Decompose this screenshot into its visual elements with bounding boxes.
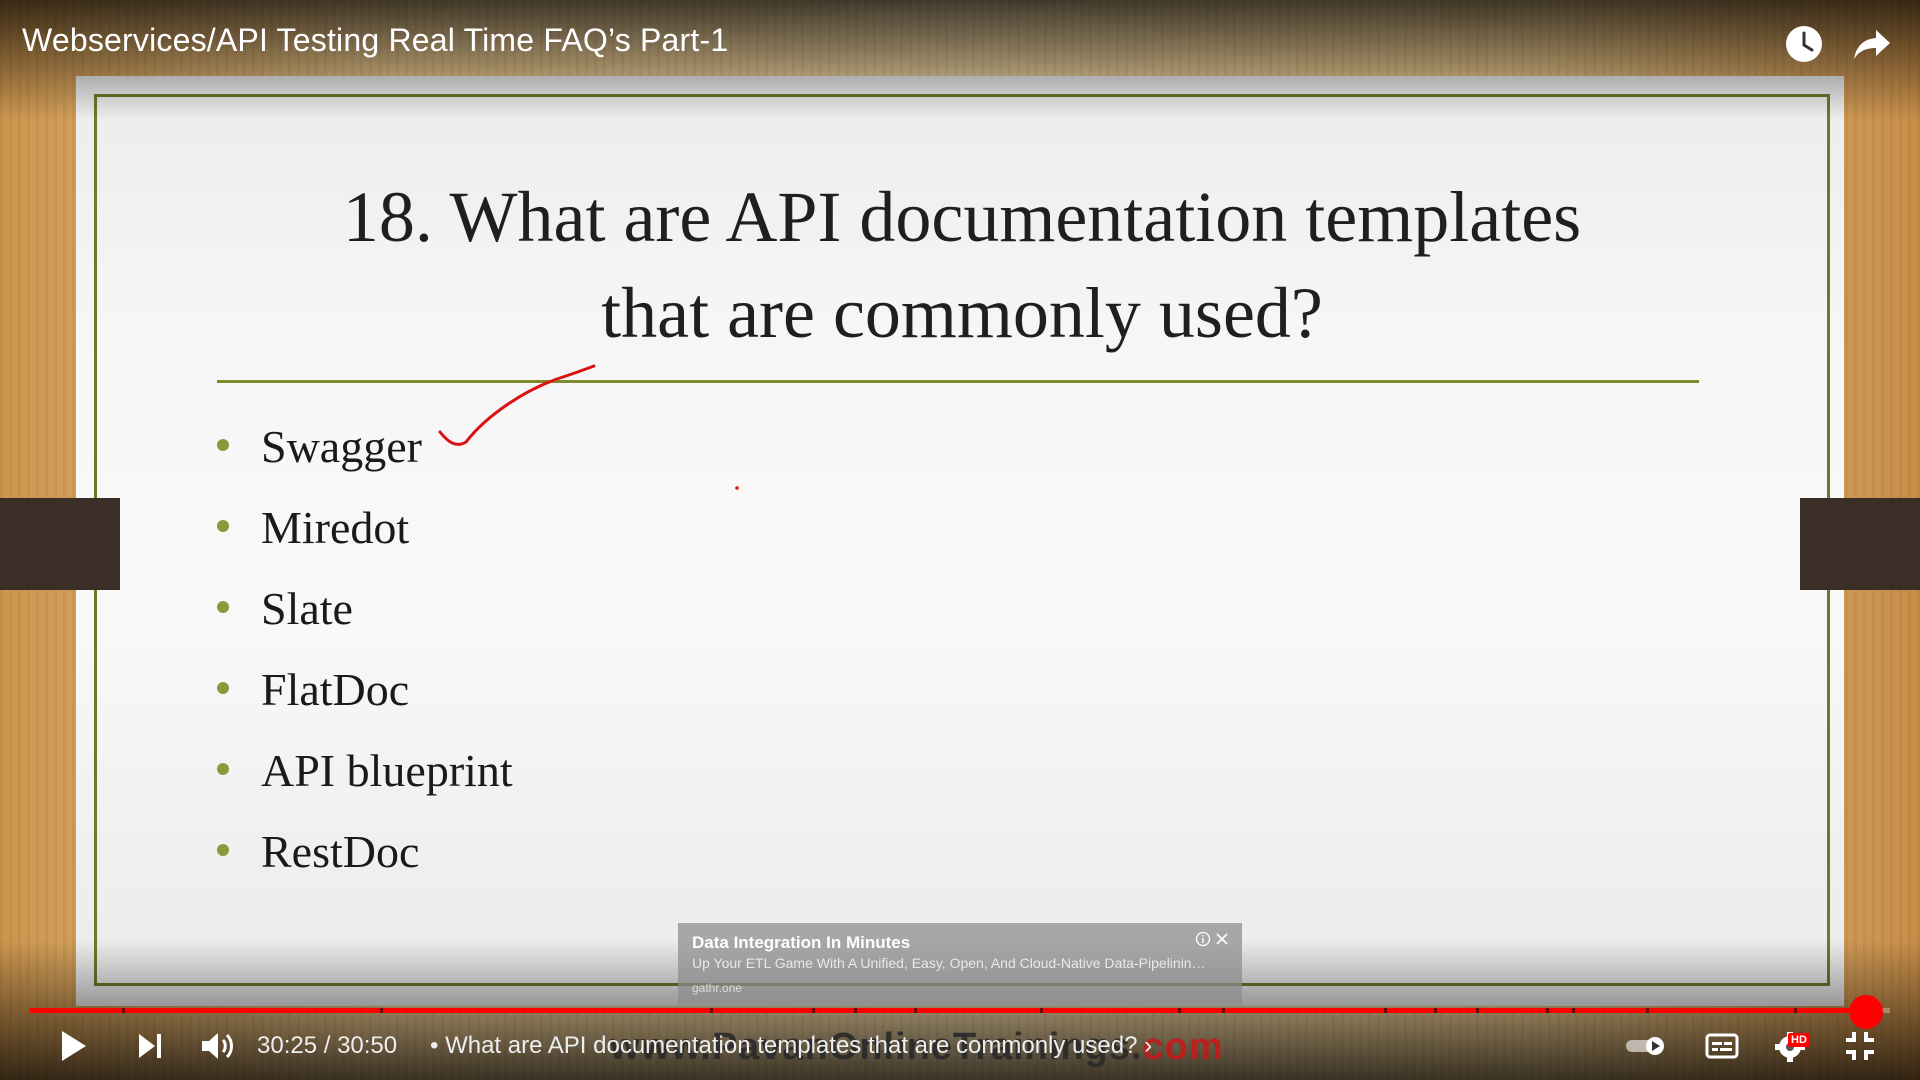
chapter-marker	[1476, 1008, 1479, 1013]
scrubber-handle[interactable]	[1849, 995, 1883, 1029]
chapter-marker	[1434, 1008, 1437, 1013]
captions-button[interactable]	[1704, 1026, 1740, 1066]
play-icon	[62, 1031, 86, 1061]
chapter-title[interactable]: • What are API documentation templates t…	[430, 1032, 1152, 1060]
chapter-marker	[1794, 1008, 1797, 1013]
chapter-marker	[380, 1008, 383, 1013]
info-icon[interactable]	[1195, 931, 1211, 947]
exit-fullscreen-icon	[1846, 1032, 1874, 1060]
chapter-marker	[710, 1008, 713, 1013]
video-title[interactable]: Webservices/API Testing Real Time FAQ’s …	[22, 22, 728, 59]
volume-icon	[202, 1033, 218, 1059]
ad-title[interactable]: Data Integration In Minutes	[692, 933, 910, 953]
chapter-marker	[1646, 1008, 1649, 1013]
chevron-right-icon[interactable]: ›	[1144, 1032, 1152, 1059]
captions-icon	[1705, 1033, 1739, 1059]
chapter-marker	[1222, 1008, 1225, 1013]
share-arrow-icon	[1854, 30, 1890, 59]
chapter-marker	[1572, 1008, 1575, 1013]
time-display: 30:25 / 30:50	[257, 1032, 398, 1059]
share-button[interactable]	[1850, 22, 1894, 66]
presentation-slide: 18. What are API documentation templates…	[76, 76, 1844, 1006]
progress-bar[interactable]	[30, 1008, 1890, 1013]
chapter-marker	[854, 1008, 857, 1013]
watermark-text-end: com	[1142, 1026, 1224, 1068]
ad-source[interactable]: gathr.one	[692, 981, 742, 995]
autoplay-toggle[interactable]	[1624, 1026, 1668, 1066]
chapter-marker	[914, 1008, 917, 1013]
side-panel-left	[0, 498, 120, 590]
chapter-text[interactable]: • What are API documentation templates t…	[430, 1032, 1137, 1059]
chapter-marker	[812, 1008, 815, 1013]
hd-badge: HD	[1788, 1033, 1810, 1047]
chapter-marker	[122, 1008, 125, 1013]
chapter-marker	[1178, 1008, 1181, 1013]
watch-later-button[interactable]	[1782, 22, 1826, 66]
play-button[interactable]	[56, 1026, 90, 1066]
ad-description[interactable]: Up Your ETL Game With A Unified, Easy, O…	[692, 955, 1212, 971]
chapter-marker	[1384, 1008, 1387, 1013]
ad-overlay[interactable]: Data Integration In Minutes Up Your ETL …	[678, 923, 1242, 1005]
chapter-marker	[1546, 1008, 1549, 1013]
video-player[interactable]: 18. What are API documentation templates…	[0, 0, 1920, 1080]
next-icon	[139, 1034, 155, 1058]
chapter-marker	[1040, 1008, 1043, 1013]
progress-fill	[30, 1008, 1861, 1013]
close-icon[interactable]	[1214, 931, 1230, 947]
next-button[interactable]	[134, 1026, 166, 1066]
checkmark-annotation	[438, 364, 739, 490]
side-panel-right	[1800, 498, 1920, 590]
exit-fullscreen-button[interactable]	[1840, 1026, 1880, 1066]
volume-button[interactable]	[198, 1026, 238, 1066]
clock-icon	[1786, 26, 1822, 62]
top-gradient	[0, 0, 1920, 120]
